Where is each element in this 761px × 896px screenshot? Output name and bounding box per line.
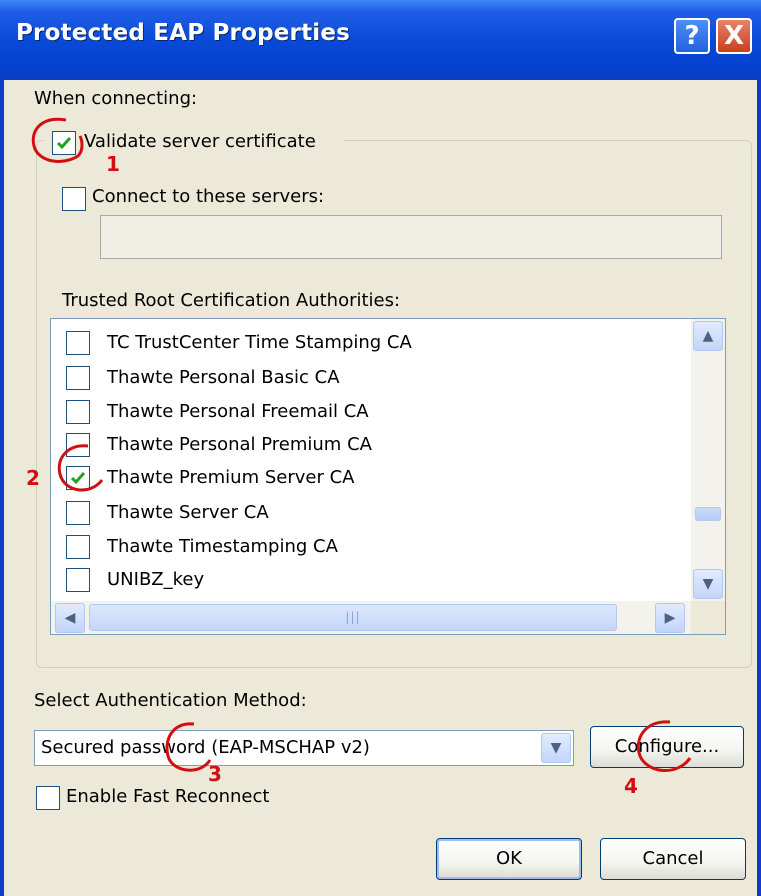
list-item-label: UNIBZ_key	[107, 569, 205, 590]
help-button[interactable]: ?	[674, 18, 710, 54]
auth-method-value: Secured password (EAP-MSCHAP v2)	[41, 737, 370, 758]
trusted-root-list[interactable]: TC TrustCenter Time Stamping CA Thawte P…	[50, 318, 726, 635]
when-connecting-label: When connecting:	[34, 88, 198, 109]
list-item-checkbox[interactable]	[66, 568, 90, 592]
list-item-label: Thawte Server CA	[107, 502, 269, 523]
checkmark-icon	[56, 137, 72, 150]
list-item-checkbox[interactable]	[66, 535, 90, 559]
checkmark-icon	[70, 472, 86, 485]
list-item-checkbox[interactable]	[66, 331, 90, 355]
horizontal-scroll-thumb[interactable]: |||	[89, 604, 617, 631]
scroll-left-button[interactable]: ◀	[55, 603, 85, 633]
annotation-number: 3	[208, 762, 222, 786]
vertical-scrollbar[interactable]: ▲ ▼	[691, 319, 725, 601]
title-bar[interactable]: Protected EAP Properties ? X	[0, 0, 761, 80]
scroll-down-button[interactable]: ▼	[693, 569, 723, 599]
validate-cert-checkbox[interactable]	[52, 131, 76, 155]
list-item-checkbox[interactable]	[66, 400, 90, 424]
vertical-scroll-thumb[interactable]	[695, 507, 721, 521]
configure-button[interactable]: Configure...	[590, 726, 744, 768]
list-item-label: Thawte Premium Server CA	[107, 467, 355, 488]
list-item-label: TC TrustCenter Time Stamping CA	[107, 332, 412, 353]
validate-cert-label: Validate server certificate	[84, 131, 316, 152]
annotation-number: 4	[624, 774, 638, 798]
connect-servers-label: Connect to these servers:	[92, 186, 325, 207]
annotation-number: 2	[26, 466, 40, 490]
list-item-checkbox[interactable]	[66, 501, 90, 525]
list-item-checkbox[interactable]	[66, 433, 90, 457]
servers-input[interactable]	[100, 215, 722, 259]
list-item-label: Thawte Personal Basic CA	[107, 367, 340, 388]
connect-servers-checkbox[interactable]	[62, 187, 86, 211]
scroll-up-button[interactable]: ▲	[693, 321, 723, 351]
scroll-corner	[691, 601, 725, 634]
list-item-checkbox[interactable]	[66, 366, 90, 390]
list-item-label: Thawte Personal Premium CA	[107, 434, 372, 455]
list-item-label: Thawte Personal Freemail CA	[107, 401, 369, 422]
fast-reconnect-label: Enable Fast Reconnect	[66, 786, 270, 807]
ok-button[interactable]: OK	[436, 838, 582, 880]
fast-reconnect-checkbox[interactable]	[36, 786, 60, 810]
cancel-button[interactable]: Cancel	[600, 838, 746, 880]
auth-method-label: Select Authentication Method:	[34, 690, 307, 711]
annotation-number: 1	[106, 152, 120, 176]
list-item-checkbox[interactable]	[66, 466, 90, 490]
list-item-label: Thawte Timestamping CA	[107, 536, 338, 557]
close-button[interactable]: X	[716, 18, 752, 54]
scroll-right-button[interactable]: ▶	[655, 603, 685, 633]
horizontal-scrollbar[interactable]: ◀ ||| ▶	[51, 601, 691, 634]
trusted-root-label: Trusted Root Certification Authorities:	[62, 290, 401, 311]
dialog-window: Protected EAP Properties ? X When connec…	[0, 0, 761, 896]
window-title: Protected EAP Properties	[16, 20, 351, 46]
chevron-down-icon[interactable]: ▼	[541, 733, 571, 763]
validate-cert-row[interactable]: Validate server certificate	[44, 124, 344, 160]
auth-method-select[interactable]: Secured password (EAP-MSCHAP v2) ▼	[34, 730, 574, 766]
